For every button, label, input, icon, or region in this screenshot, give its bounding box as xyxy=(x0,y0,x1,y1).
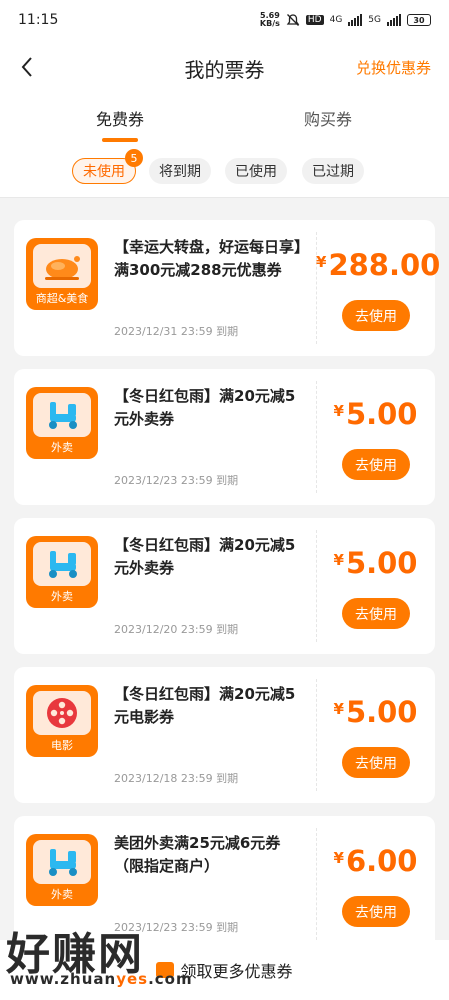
coupon-card[interactable]: 电影 【冬日红包雨】满20元减5元电影券 2023/12/18 23:59 到期… xyxy=(14,667,435,803)
coupon-title: 【冬日红包雨】满20元减5元电影券 xyxy=(114,685,296,726)
status-time: 11:15 xyxy=(18,12,59,28)
scooter-icon xyxy=(49,849,77,876)
category-label: 外卖 xyxy=(51,590,73,603)
coupon-price: ¥6.00 xyxy=(316,844,435,878)
signal-4g-label: 4G xyxy=(329,15,343,25)
coupon-title: 【冬日红包雨】满20元减5元外卖券 xyxy=(114,387,296,428)
signal-5g-label: 5G xyxy=(368,15,381,25)
category-label: 外卖 xyxy=(51,441,73,454)
get-more-coupons-button[interactable]: 领取更多优惠券 xyxy=(156,958,293,982)
coupon-title: 【幸运大转盘，好运每日享】满300元减288元优惠券 xyxy=(114,238,310,279)
currency-symbol: ¥ xyxy=(316,253,327,271)
coupon-expiry: 2023/12/23 23:59 到期 xyxy=(114,474,239,487)
price-amount: 6.00 xyxy=(345,844,418,878)
filter-expired[interactable]: 已过期 xyxy=(302,158,364,184)
battery-level: 30 xyxy=(413,15,425,25)
hd-badge: HD xyxy=(305,15,324,25)
currency-symbol: ¥ xyxy=(333,402,344,420)
coupon-card[interactable]: 商超&美食 【幸运大转盘，好运每日享】满300元减288元优惠券 2023/12… xyxy=(14,220,440,356)
signal-icon xyxy=(387,14,401,26)
nav-header: 我的票券 兑换优惠券 xyxy=(0,40,449,94)
active-tab-indicator xyxy=(102,138,138,142)
coupon-category-badge: 商超&美食 xyxy=(26,238,98,310)
use-coupon-button[interactable]: 去使用 xyxy=(342,598,410,629)
coupon-expiry: 2023/12/23 23:59 到期 xyxy=(114,921,239,934)
coupon-title: 【冬日红包雨】满20元减5元外卖券 xyxy=(114,536,296,577)
status-indicators: 5.69 KB/s HD 4G 5G 30 xyxy=(260,12,431,28)
filter-label: 未使用 xyxy=(83,164,125,180)
coupon-card[interactable]: 外卖 【冬日红包雨】满20元减5元外卖券 2023/12/23 23:59 到期… xyxy=(14,369,435,505)
coupon-card[interactable]: 外卖 美团外卖满25元减6元券（限指定商户） 2023/12/23 23:59 … xyxy=(14,816,435,952)
coupon-expiry: 2023/12/18 23:59 到期 xyxy=(114,772,239,785)
coupon-type-tabs: 免费券 购买券 xyxy=(0,94,449,148)
gift-icon xyxy=(156,962,175,978)
coupon-category-badge: 外卖 xyxy=(26,834,98,906)
coupon-expiry: 2023/12/20 23:59 到期 xyxy=(114,623,239,636)
coupon-category-badge: 外卖 xyxy=(26,536,98,608)
filter-label: 将到期 xyxy=(159,164,201,180)
price-amount: 5.00 xyxy=(345,397,418,431)
use-coupon-button[interactable]: 去使用 xyxy=(342,449,410,480)
filter-label: 已过期 xyxy=(312,164,354,180)
count-badge: 5 xyxy=(125,149,143,167)
use-coupon-button[interactable]: 去使用 xyxy=(342,300,410,331)
signal-icon xyxy=(348,14,363,26)
scooter-icon xyxy=(49,402,77,429)
coupon-price: ¥5.00 xyxy=(316,397,435,431)
redeem-coupon-link[interactable]: 兑换优惠券 xyxy=(356,57,431,78)
coupon-expiry: 2023/12/31 23:59 到期 xyxy=(114,325,239,338)
net-speed: 5.69 KB/s xyxy=(260,12,280,28)
price-amount: 5.00 xyxy=(345,695,418,729)
coupon-card[interactable]: 外卖 【冬日红包雨】满20元减5元外卖券 2023/12/20 23:59 到期… xyxy=(14,518,435,654)
price-amount: 288.00 xyxy=(328,248,441,282)
coupon-price: ¥5.00 xyxy=(316,695,435,729)
category-label: 外卖 xyxy=(51,888,73,901)
status-filters: 未使用 5 将到期 已使用 已过期 xyxy=(0,148,449,198)
currency-symbol: ¥ xyxy=(333,849,344,867)
get-more-coupons-label: 领取更多优惠券 xyxy=(180,962,293,981)
use-coupon-button[interactable]: 去使用 xyxy=(342,896,410,927)
film-reel-icon xyxy=(47,698,77,728)
filter-expiring[interactable]: 将到期 xyxy=(149,158,211,184)
tab-purchased-coupons[interactable]: 购买券 xyxy=(268,106,388,130)
coupon-category-badge: 外卖 xyxy=(26,387,98,459)
price-amount: 5.00 xyxy=(345,546,418,580)
battery-icon: 30 xyxy=(407,14,431,26)
coupon-category-badge: 电影 xyxy=(26,685,98,757)
use-coupon-button[interactable]: 去使用 xyxy=(342,747,410,778)
filter-label: 已使用 xyxy=(235,164,277,180)
bottom-bar: 领取更多优惠券 xyxy=(0,940,449,1000)
coupon-price: ¥288.00 xyxy=(316,248,440,282)
net-speed-unit: KB/s xyxy=(259,19,280,28)
currency-symbol: ¥ xyxy=(333,700,344,718)
filter-used[interactable]: 已使用 xyxy=(225,158,287,184)
coupon-title: 美团外卖满25元减6元券（限指定商户） xyxy=(114,834,281,875)
category-label: 电影 xyxy=(51,739,73,752)
coupon-price: ¥5.00 xyxy=(316,546,435,580)
currency-symbol: ¥ xyxy=(333,551,344,569)
scooter-icon xyxy=(49,551,77,578)
mute-bell-icon xyxy=(286,14,300,26)
category-label: 商超&美食 xyxy=(35,292,89,305)
tab-free-coupons[interactable]: 免费券 xyxy=(60,106,180,130)
roast-chicken-icon xyxy=(45,256,80,280)
filter-unused[interactable]: 未使用 5 xyxy=(72,149,143,184)
status-bar: 11:15 5.69 KB/s HD 4G 5G 30 xyxy=(0,0,449,40)
